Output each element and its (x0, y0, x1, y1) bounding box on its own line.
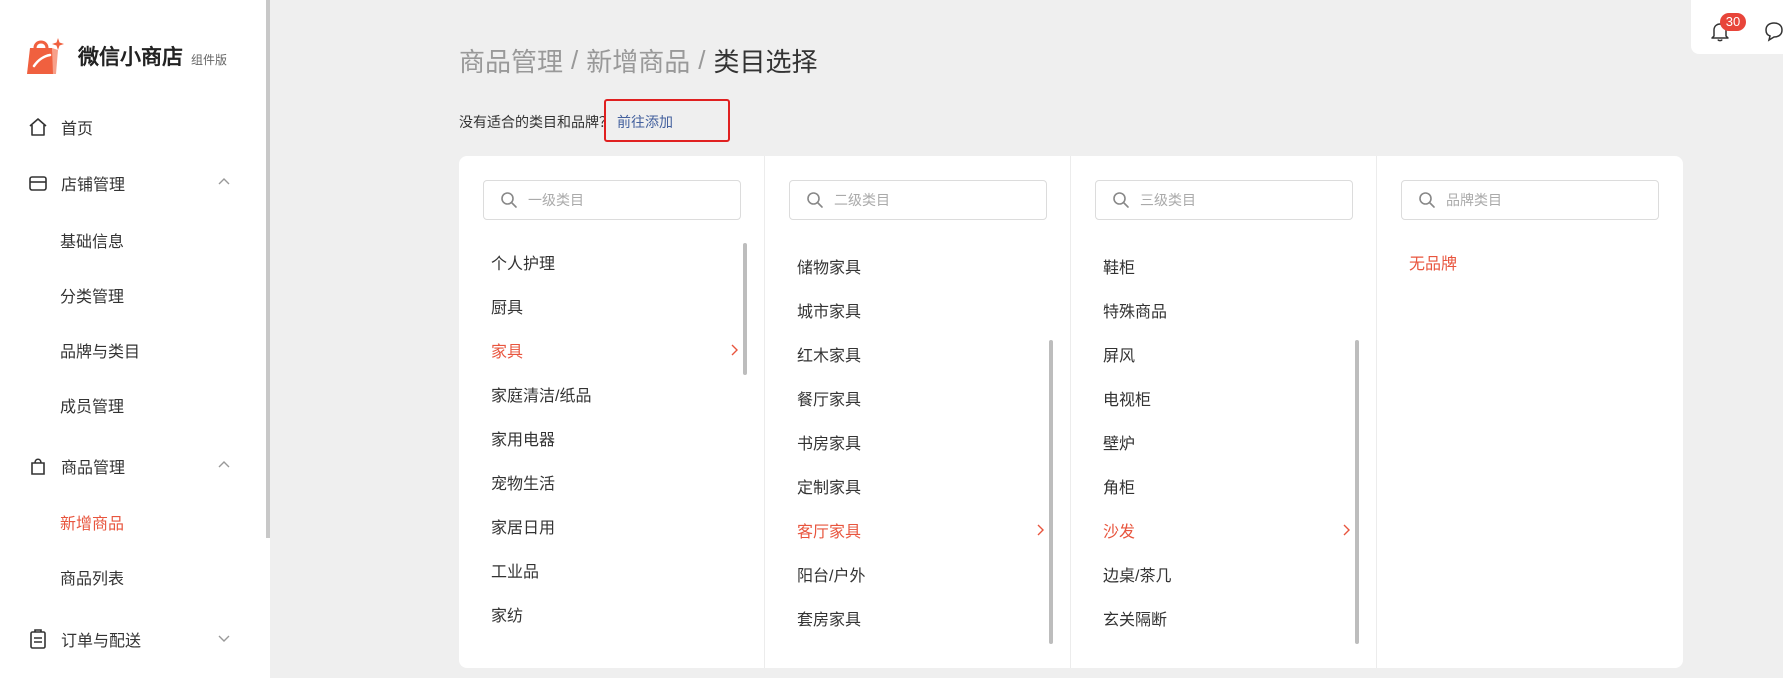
level1-search-input[interactable] (528, 185, 728, 215)
breadcrumb: 商品管理 / 新增商品 / 类目选择 (459, 42, 818, 79)
level2-search-box[interactable] (789, 180, 1047, 220)
list-item[interactable]: 玄关隔断 (1071, 596, 1377, 640)
list-item[interactable]: 特殊商品 (1071, 288, 1377, 332)
list-item[interactable]: 壁炉 (1071, 420, 1377, 464)
list-item-label: 沙发 (1103, 524, 1136, 541)
store-icon (27, 172, 49, 194)
sidebar-scrollbar[interactable] (266, 0, 270, 538)
list-item[interactable]: 储物家具 (765, 244, 1071, 288)
list-item[interactable]: 套房家具 (765, 596, 1071, 640)
breadcrumb-separator: / (571, 45, 579, 75)
nav-orders-label: 订单与配送 (61, 633, 142, 650)
nav-member-management[interactable]: 成员管理 (60, 387, 124, 423)
nav-goods-list[interactable]: 商品列表 (60, 559, 124, 595)
list-item[interactable]: 城市家具 (765, 288, 1071, 332)
top-right-toolbar: 30 (1691, 0, 1783, 54)
brand-search-box[interactable] (1401, 180, 1659, 220)
brand-category-column: 无品牌 (1377, 156, 1683, 668)
list-item[interactable]: 红木家具 (765, 332, 1071, 376)
nav-home[interactable]: 首页 (0, 107, 266, 147)
brand-sub: 组件版 (191, 52, 228, 67)
list-item[interactable]: 家用电器 (459, 416, 765, 460)
list-item[interactable]: 阳台/户外 (765, 552, 1071, 596)
nav-store-label: 店铺管理 (61, 177, 126, 194)
level3-scrollbar[interactable] (1355, 340, 1359, 644)
search-icon (501, 192, 517, 208)
highlight-box (604, 99, 730, 142)
sidebar: 微信小商店 组件版 首页 店铺管理 基础信息 分类管理 品牌与类目 成员管理 商… (0, 0, 270, 678)
level2-category-list: 储物家具 城市家具 红木家具 餐厅家具 书房家具 定制家具 客厅家具 阳台/户外… (765, 244, 1071, 640)
category-selector-panel: 个人护理 厨具 家具 家庭清洁/纸品 家用电器 宠物生活 家居日用 工业品 家纺 (459, 156, 1683, 668)
list-item[interactable]: 鞋柜 (1071, 244, 1377, 288)
notification-count-badge: 30 (1720, 13, 1746, 31)
nav-goods-label: 商品管理 (61, 460, 126, 477)
level3-search-input[interactable] (1140, 185, 1340, 215)
list-item[interactable]: 定制家具 (765, 464, 1071, 508)
nav-goods-management[interactable]: 商品管理 (0, 446, 266, 486)
brand-search-input[interactable] (1446, 185, 1646, 215)
brand-list: 无品牌 (1377, 240, 1683, 284)
breadcrumb-add-goods[interactable]: 新增商品 (586, 42, 690, 79)
list-item-label: 家具 (491, 344, 524, 361)
list-item-selected[interactable]: 家具 (459, 328, 765, 372)
list-item[interactable]: 书房家具 (765, 420, 1071, 464)
list-item-selected[interactable]: 沙发 (1071, 508, 1377, 552)
breadcrumb-goods-management[interactable]: 商品管理 (459, 42, 563, 79)
level3-category-column: 鞋柜 特殊商品 屏风 电视柜 壁炉 角柜 沙发 边桌/茶几 玄关隔断 (1071, 156, 1377, 668)
brand[interactable]: 微信小商店 组件版 (22, 34, 227, 78)
list-item[interactable]: 家居日用 (459, 504, 765, 548)
list-item[interactable]: 边桌/茶几 (1071, 552, 1377, 596)
nav-orders-delivery[interactable]: 订单与配送 (0, 619, 266, 659)
list-item-selected[interactable]: 无品牌 (1377, 240, 1683, 284)
list-item[interactable]: 家纺 (459, 592, 765, 636)
brand-name: 微信小商店 (78, 46, 183, 69)
search-icon (807, 192, 823, 208)
level2-search-input[interactable] (834, 185, 1034, 215)
level1-category-column: 个人护理 厨具 家具 家庭清洁/纸品 家用电器 宠物生活 家居日用 工业品 家纺 (459, 156, 765, 668)
level1-search-box[interactable] (483, 180, 741, 220)
chat-bubble-icon[interactable] (1763, 20, 1783, 42)
nav-category-management[interactable]: 分类管理 (60, 277, 124, 313)
chevron-up-icon[interactable] (217, 175, 231, 189)
chevron-right-icon (1343, 524, 1350, 536)
list-item[interactable]: 厨具 (459, 284, 765, 328)
chevron-down-icon[interactable] (217, 631, 231, 645)
list-item[interactable]: 餐厅家具 (765, 376, 1071, 420)
list-item[interactable]: 个人护理 (459, 240, 765, 284)
level2-category-column: 储物家具 城市家具 红木家具 餐厅家具 书房家具 定制家具 客厅家具 阳台/户外… (765, 156, 1071, 668)
breadcrumb-current-page: 类目选择 (713, 47, 818, 77)
nav-basic-info[interactable]: 基础信息 (60, 222, 124, 258)
list-item[interactable]: 工业品 (459, 548, 765, 592)
level3-search-box[interactable] (1095, 180, 1353, 220)
shop-bag-logo-icon (27, 38, 64, 74)
list-item-selected[interactable]: 客厅家具 (765, 508, 1071, 552)
nav-home-label: 首页 (61, 121, 94, 138)
list-item[interactable]: 屏风 (1071, 332, 1377, 376)
list-item[interactable]: 宠物生活 (459, 460, 765, 504)
level1-scrollbar[interactable] (743, 243, 747, 375)
chevron-right-icon (731, 344, 738, 356)
list-item[interactable]: 角柜 (1071, 464, 1377, 508)
search-icon (1419, 192, 1435, 208)
nav-add-goods[interactable]: 新增商品 (60, 504, 124, 540)
shopping-bag-icon (27, 455, 49, 477)
level3-category-list: 鞋柜 特殊商品 屏风 电视柜 壁炉 角柜 沙发 边桌/茶几 玄关隔断 (1071, 244, 1377, 640)
level1-category-list: 个人护理 厨具 家具 家庭清洁/纸品 家用电器 宠物生活 家居日用 工业品 家纺 (459, 240, 765, 636)
app-root: 微信小商店 组件版 首页 店铺管理 基础信息 分类管理 品牌与类目 成员管理 商… (0, 0, 1783, 678)
level2-scrollbar[interactable] (1049, 340, 1053, 644)
list-item[interactable]: 电视柜 (1071, 376, 1377, 420)
chevron-right-icon (1037, 524, 1044, 536)
nav-store-management[interactable]: 店铺管理 (0, 163, 266, 203)
hint-text: 没有适合的类目和品牌？ (459, 114, 613, 130)
breadcrumb-separator: / (698, 45, 706, 75)
list-item-label: 客厅家具 (797, 524, 862, 541)
home-icon (27, 116, 49, 138)
clipboard-icon (27, 628, 49, 650)
nav-brand-and-category[interactable]: 品牌与类目 (60, 332, 140, 368)
list-item[interactable]: 家庭清洁/纸品 (459, 372, 765, 416)
search-icon (1113, 192, 1129, 208)
chevron-up-icon[interactable] (217, 458, 231, 472)
